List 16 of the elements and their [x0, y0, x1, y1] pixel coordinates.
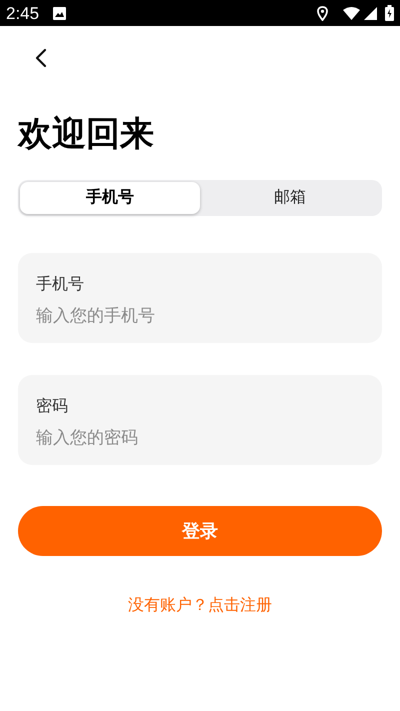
tab[interactable]: 手机号	[20, 182, 200, 214]
page-title: 欢迎回来	[18, 114, 155, 155]
back-icon	[35, 48, 47, 68]
location-icon	[317, 6, 328, 20]
text-input[interactable]: 输入您的密码	[36, 425, 364, 451]
wifi-icon	[343, 6, 360, 20]
tab[interactable]: 邮箱	[200, 182, 380, 214]
text-input[interactable]: 输入您的手机号	[36, 303, 364, 329]
input-field[interactable]: 手机号 输入您的手机号	[18, 253, 382, 343]
signal-icon	[364, 6, 377, 20]
image-icon	[53, 6, 66, 20]
input-field[interactable]: 密码 输入您的密码	[18, 375, 382, 465]
battery-icon	[385, 5, 394, 21]
status-time: 2:45	[6, 4, 40, 22]
field-label: 手机号	[36, 275, 84, 295]
field-label: 密码	[36, 397, 68, 417]
